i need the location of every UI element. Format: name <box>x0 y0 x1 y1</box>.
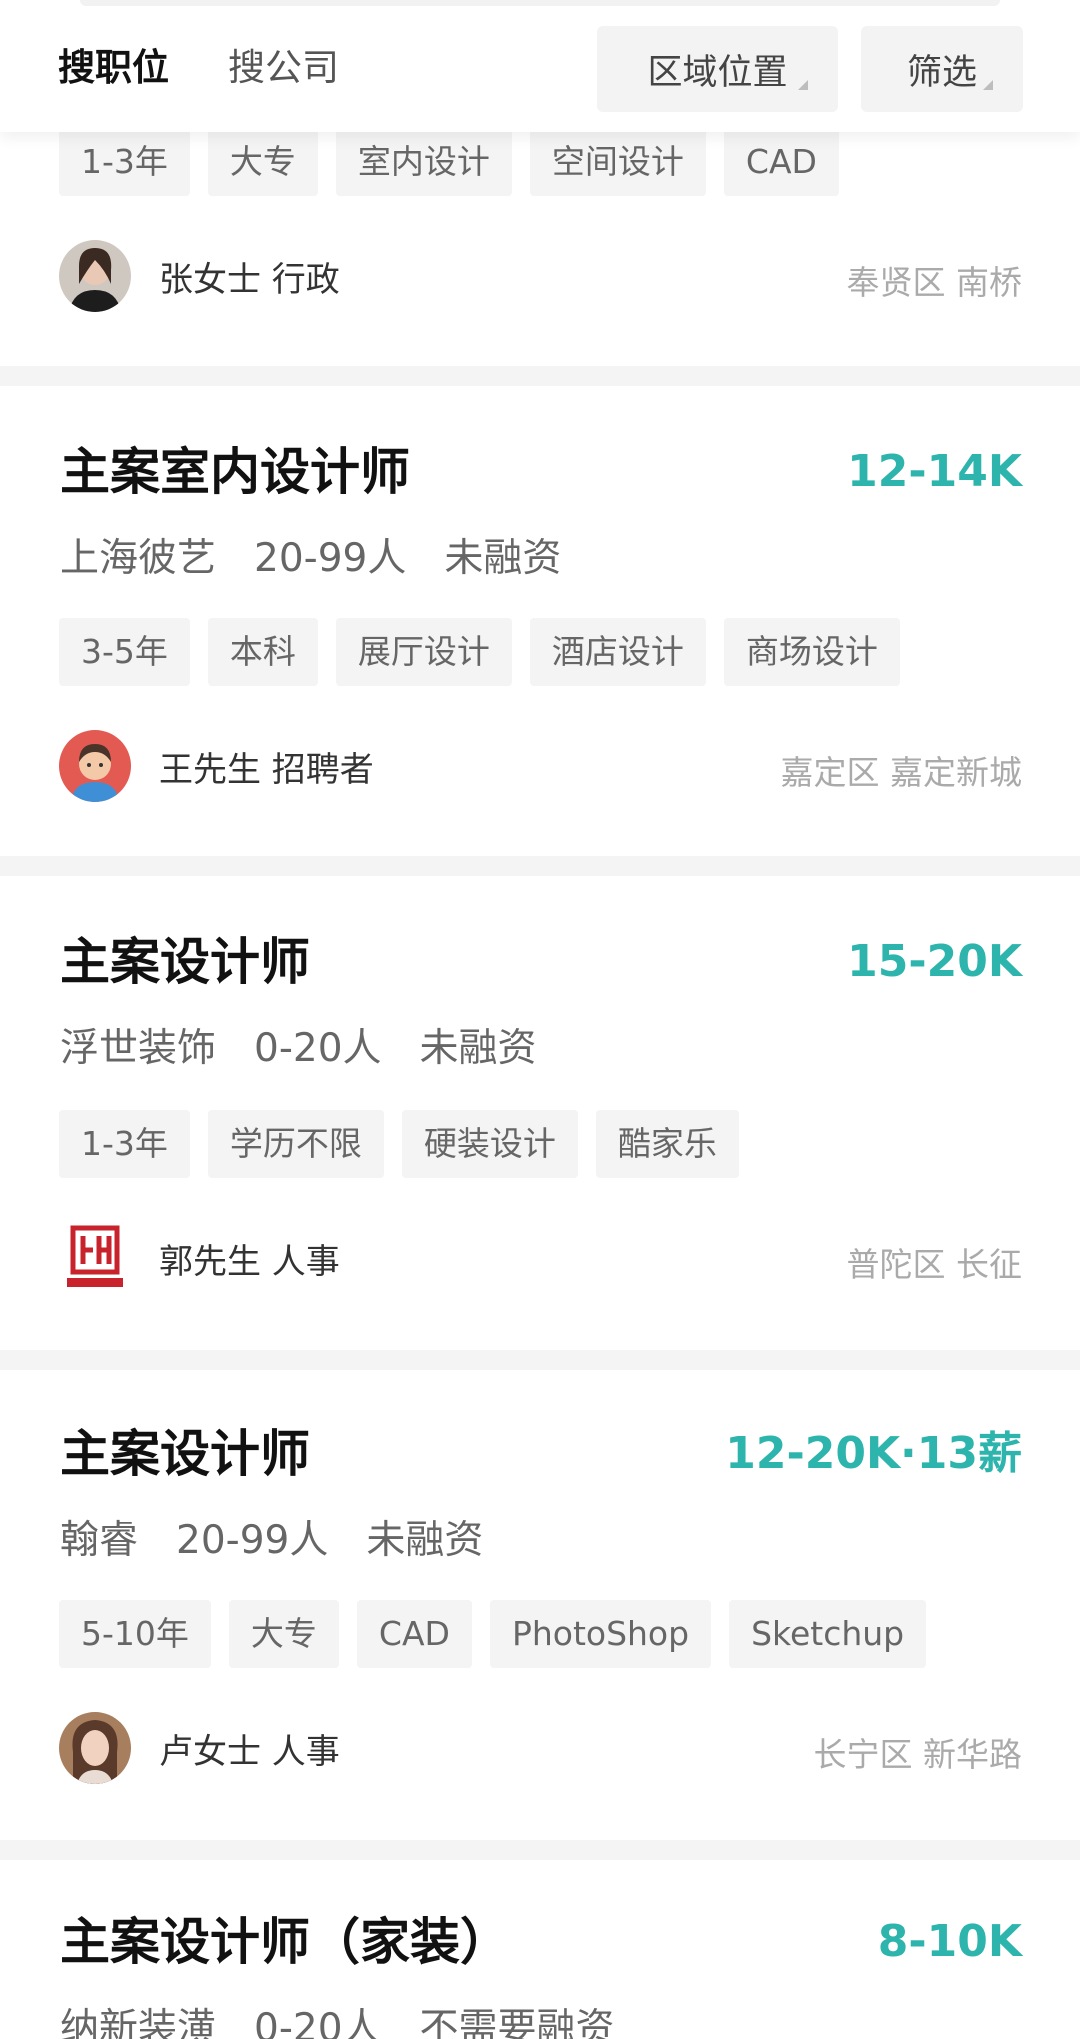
company-size: 20-99人 <box>176 1518 329 1563</box>
recruiter-name: 郭先生 人事 <box>159 1241 340 1282</box>
filter-button[interactable]: 筛选 <box>861 26 1023 112</box>
job-tag: CAD <box>723 128 839 196</box>
job-tag: 室内设计 <box>335 128 512 196</box>
job-card[interactable]: 主案设计师（家装） 8-10K 纳新装潢 0-20人 不需要融资 <box>0 1860 1080 2039</box>
company-funding: 未融资 <box>444 536 562 581</box>
job-salary: 8-10K <box>877 1916 1022 1967</box>
company-info: 纳新装潢 0-20人 不需要融资 <box>60 2004 653 2039</box>
job-tag: 展厅设计 <box>335 618 512 686</box>
company-size: 0-20人 <box>254 2006 382 2039</box>
job-tag: 3-5年 <box>59 618 190 686</box>
job-tag: CAD <box>356 1600 472 1668</box>
company-name: 上海彼艺 <box>60 536 217 581</box>
company-funding: 未融资 <box>366 1518 484 1563</box>
company-name: 纳新装潢 <box>60 2006 217 2039</box>
job-tag: 空间设计 <box>529 128 706 196</box>
job-title: 主案设计师 <box>60 933 310 991</box>
dropdown-corner-icon <box>798 80 808 90</box>
tab-search-companies[interactable]: 搜公司 <box>228 44 339 92</box>
company-name: 浮世装饰 <box>60 1026 217 1071</box>
company-funding: 不需要融资 <box>419 2006 615 2039</box>
dropdown-corner-icon <box>983 80 993 90</box>
recruiter-info: 卢女士 人事 <box>59 1712 340 1784</box>
company-size: 0-20人 <box>254 1026 382 1071</box>
job-tag: Sketchup <box>729 1600 927 1668</box>
job-tag: 1-3年 <box>59 128 190 196</box>
job-tag: 学历不限 <box>207 1110 384 1178</box>
job-tag: 酷家乐 <box>595 1110 739 1178</box>
job-salary: 15-20K <box>847 936 1022 987</box>
job-location: 奉贤区 南桥 <box>846 263 1023 302</box>
job-tags: 5-10年 大专 CAD PhotoShop Sketchup <box>59 1600 944 1668</box>
job-tag: 酒店设计 <box>529 618 706 686</box>
job-tags: 1-3年 大专 室内设计 空间设计 CAD <box>59 128 857 196</box>
job-tag: 1-3年 <box>59 1110 190 1178</box>
job-card[interactable]: 主案设计师 12-20K·13薪 翰睿 20-99人 未融资 5-10年 大专 CA… <box>0 1370 1080 1840</box>
job-tags: 1-3年 学历不限 硬装设计 酷家乐 <box>59 1110 757 1178</box>
job-tag: PhotoShop <box>489 1600 712 1668</box>
job-tag: 商场设计 <box>723 618 900 686</box>
recruiter-name: 卢女士 人事 <box>159 1731 340 1772</box>
tab-search-jobs[interactable]: 搜职位 <box>58 44 169 92</box>
job-tag: 大专 <box>228 1600 339 1668</box>
job-title: 主案设计师（家装） <box>60 1913 510 1971</box>
job-tag: 5-10年 <box>59 1600 211 1668</box>
job-location: 普陀区 长征 <box>846 1245 1023 1284</box>
recruiter-info: 王先生 招聘者 <box>59 730 374 802</box>
job-tag: 本科 <box>207 618 318 686</box>
company-info: 上海彼艺 20-99人 未融资 <box>60 534 599 584</box>
job-card[interactable]: 主案室内设计师 12-14K 上海彼艺 20-99人 未融资 3-5年 本科 展厅设… <box>0 386 1080 856</box>
job-tag: 大专 <box>207 128 318 196</box>
company-size: 20-99人 <box>254 536 407 581</box>
avatar <box>59 730 131 802</box>
search-header: 搜职位 搜公司 区域位置 筛选 <box>0 0 1080 132</box>
header-top-edge <box>80 0 1000 6</box>
recruiter-name: 王先生 招聘者 <box>159 749 374 790</box>
job-location: 嘉定区 嘉定新城 <box>780 753 1023 792</box>
avatar <box>59 240 131 312</box>
job-title: 主案设计师 <box>60 1425 310 1483</box>
filter-label: 筛选 <box>906 52 977 93</box>
company-funding: 未融资 <box>419 1026 537 1071</box>
company-name: 翰睿 <box>60 1518 139 1563</box>
job-salary: 12-20K·13薪 <box>725 1428 1022 1479</box>
area-location-filter-button[interactable]: 区域位置 <box>597 26 838 112</box>
recruiter-info: 张女士 行政 <box>59 240 340 312</box>
job-tags: 3-5年 本科 展厅设计 酒店设计 商场设计 <box>59 618 918 686</box>
recruiter-name: 张女士 行政 <box>159 259 340 300</box>
job-salary: 12-14K <box>847 446 1022 497</box>
area-filter-label: 区域位置 <box>647 52 788 93</box>
job-card[interactable]: 主案设计师 15-20K 浮世装饰 0-20人 未融资 1-3年 学历不限 硬装设计… <box>0 876 1080 1350</box>
job-tag: 硬装设计 <box>401 1110 578 1178</box>
company-info: 浮世装饰 0-20人 未融资 <box>60 1024 575 1074</box>
job-title: 主案室内设计师 <box>60 443 410 501</box>
recruiter-info: 郭先生 人事 <box>59 1222 340 1294</box>
avatar <box>59 1712 131 1784</box>
avatar <box>59 1222 131 1294</box>
job-location: 长宁区 新华路 <box>813 1735 1023 1774</box>
company-info: 翰睿 20-99人 未融资 <box>60 1516 521 1566</box>
